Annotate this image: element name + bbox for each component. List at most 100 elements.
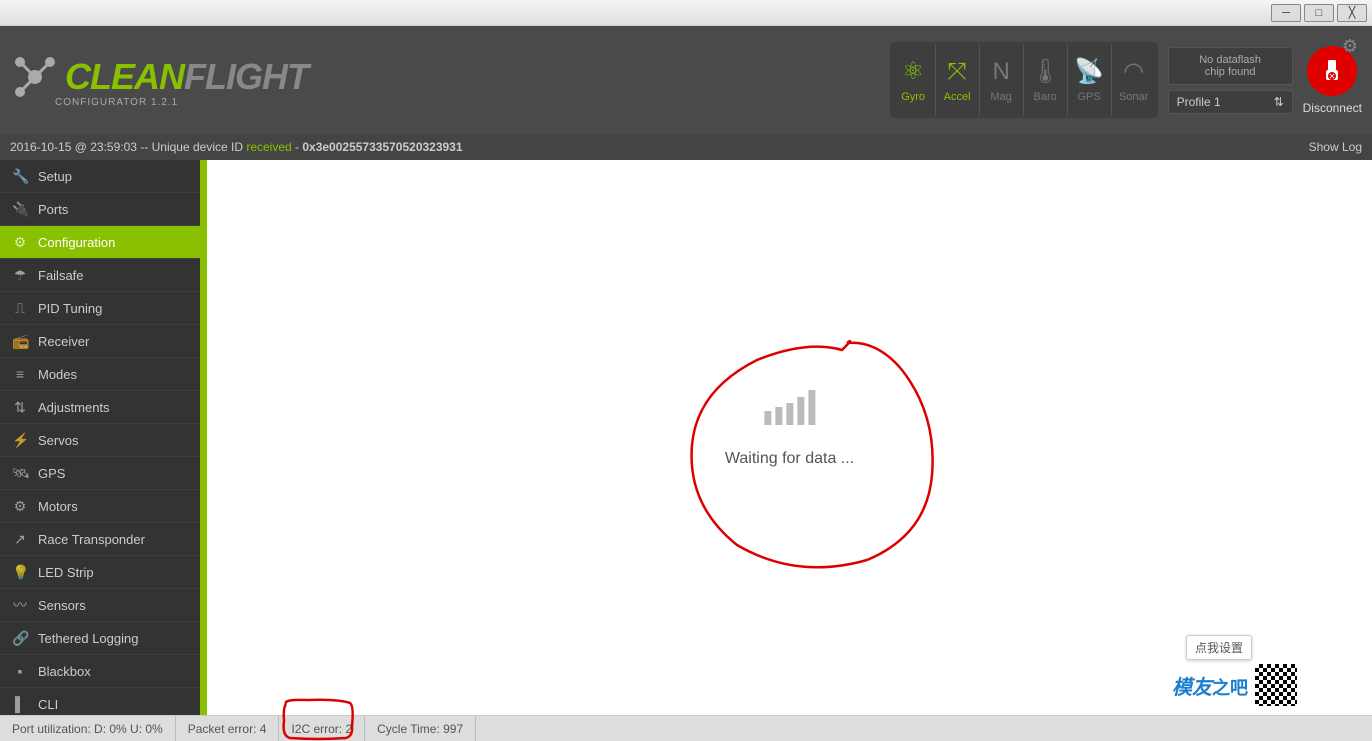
footer-packet-error: Packet error: 4 [176,716,280,741]
nav-adjustments[interactable]: ⇅ Adjustments [0,391,200,424]
nav-label: Failsafe [38,268,84,283]
svg-text:✕: ✕ [1329,72,1336,81]
sensor-sonar[interactable]: ◠ Sonar [1112,44,1156,116]
nav-icon: ⇅ [12,399,28,416]
log-bar: 2016-10-15 @ 23:59:03 -- Unique device I… [0,134,1372,160]
nav-icon: 📻 [12,333,28,350]
nav-icon: 🔗 [12,630,28,647]
mag-icon: N [992,58,1009,86]
nav-servos[interactable]: ⚡Servos [0,424,200,457]
nav-configuration[interactable]: ⚙ Configuration [0,226,200,259]
qr-code-icon [1253,662,1299,708]
watermark-text1: 模友 [1172,677,1212,699]
nav-modes[interactable]: ≡Modes [0,358,200,391]
nav-label: CLI [38,697,58,712]
app-header: CLEANFLIGHT CONFIGURATOR 1.2.1 ⚛ Gyro ⤧ Acc… [0,26,1372,134]
sonar-icon: ◠ [1123,57,1144,86]
nav-motors[interactable]: ⚙ Motors [0,490,200,523]
nav-label: Ports [38,202,68,217]
maximize-button[interactable]: □ [1304,4,1334,22]
nav-race-transponder[interactable]: ↗ Race Transponder [0,523,200,556]
sensor-mag[interactable]: N Mag [980,44,1024,116]
nav-led-strip[interactable]: 💡 LED Strip [0,556,200,589]
log-status: received [246,140,291,154]
nav-icon: ▌ [12,696,28,712]
sensor-gyro[interactable]: ⚛ Gyro [892,44,936,116]
nav-sensors[interactable]: 〰 Sensors [0,589,200,622]
nav-label: Motors [38,499,78,514]
watermark-text2: 之吧 [1212,678,1248,698]
minimize-button[interactable]: ─ [1271,4,1301,22]
logo-subtitle: CONFIGURATOR 1.2.1 [55,97,890,108]
main-content: Waiting for data ... 点我设置 模友之吧 [200,160,1372,715]
usb-disconnect-icon: ✕ [1319,58,1345,84]
status-footer: Port utilization: D: 0% U: 0% Packet err… [0,715,1372,741]
nav-icon: 🛰 [12,465,28,482]
nav-failsafe[interactable]: ☂ Failsafe [0,259,200,292]
sensor-label: Sonar [1119,91,1148,103]
waiting-indicator: Waiting for data ... [725,390,854,468]
sensor-label: Baro [1034,91,1057,103]
sensor-label: Gyro [901,91,925,103]
sensor-status-group: ⚛ Gyro ⤧ Accel N Mag 🌡Baro📡 GPS ◠ Sonar [890,42,1158,118]
sensor-gps[interactable]: 📡 GPS [1068,44,1112,116]
sidebar-nav: 🔧 Setup 🔌 Ports ⚙ Configuration ☂ Failsafe ⎍PID … [0,160,200,715]
nav-label: GPS [38,466,65,481]
log-timestamp: 2016-10-15 @ 23:59:03 -- Unique device I… [10,140,246,154]
window-titlebar: ─ □ ╳ [0,0,1372,26]
nav-ports[interactable]: 🔌 Ports [0,193,200,226]
disconnect-label: Disconnect [1303,101,1362,115]
gyro-icon: ⚛ [902,57,924,86]
profile-select[interactable]: Profile 1 ⇅ [1168,90,1293,114]
footer-cycle-time: Cycle Time: 997 [365,716,476,741]
select-arrows-icon: ⇅ [1274,95,1284,109]
nav-setup[interactable]: 🔧 Setup [0,160,200,193]
cleanflight-logo-icon [10,52,60,102]
logo-text-clean: CLEAN [65,56,184,98]
sensor-accel[interactable]: ⤧ Accel [936,44,980,116]
nav-cli[interactable]: ▌ CLI [0,688,200,715]
nav-label: Servos [38,433,78,448]
tooltip-popup[interactable]: 点我设置 [1186,635,1252,660]
nav-blackbox[interactable]: ▪Blackbox [0,655,200,688]
nav-label: LED Strip [38,565,94,580]
nav-label: Race Transponder [38,532,145,547]
sensor-label: Mag [990,91,1011,103]
nav-label: Tethered Logging [38,631,138,646]
nav-label: Sensors [38,598,86,613]
nav-label: Setup [38,169,72,184]
nav-icon: 🔧 [12,168,28,185]
close-button[interactable]: ╳ [1337,4,1367,22]
nav-label: Modes [38,367,77,382]
nav-label: Receiver [38,334,89,349]
dataflash-line1: No dataflash [1189,54,1272,66]
sensor-label: Accel [944,91,971,103]
nav-label: Adjustments [38,400,110,415]
profile-label: Profile 1 [1177,95,1221,109]
sensor-label: GPS [1078,91,1101,103]
nav-tethered-logging[interactable]: 🔗 Tethered Logging [0,622,200,655]
nav-icon: ↗ [12,531,28,548]
accel-icon: ⤧ [948,58,967,86]
sensor-baro[interactable]: 🌡Baro [1024,44,1068,116]
logo-text-flight: FLIGHT [184,56,308,98]
nav-icon: ☂ [12,267,28,284]
show-log-link[interactable]: Show Log [1309,140,1362,154]
gps-icon: 📡 [1074,57,1104,86]
nav-icon: ⚙ [12,234,28,251]
settings-gear-icon[interactable]: ⚙ [1342,36,1358,57]
nav-icon: 〰 [12,595,28,615]
nav-receiver[interactable]: 📻 Receiver [0,325,200,358]
nav-icon: ⎍ [12,300,28,317]
loading-bars-icon [725,390,854,425]
nav-label: Configuration [38,235,115,250]
logo-area: CLEANFLIGHT CONFIGURATOR 1.2.1 [10,52,890,108]
nav-icon: ⚙ [12,498,28,515]
watermark: 模友之吧 [1172,660,1342,710]
nav-pid-tuning[interactable]: ⎍PID Tuning [0,292,200,325]
dataflash-line2: chip found [1189,66,1272,78]
nav-gps[interactable]: 🛰 GPS [0,457,200,490]
nav-icon: 🔌 [12,201,28,218]
nav-icon: 💡 [12,564,28,581]
dataflash-button[interactable]: No dataflash chip found [1168,47,1293,85]
